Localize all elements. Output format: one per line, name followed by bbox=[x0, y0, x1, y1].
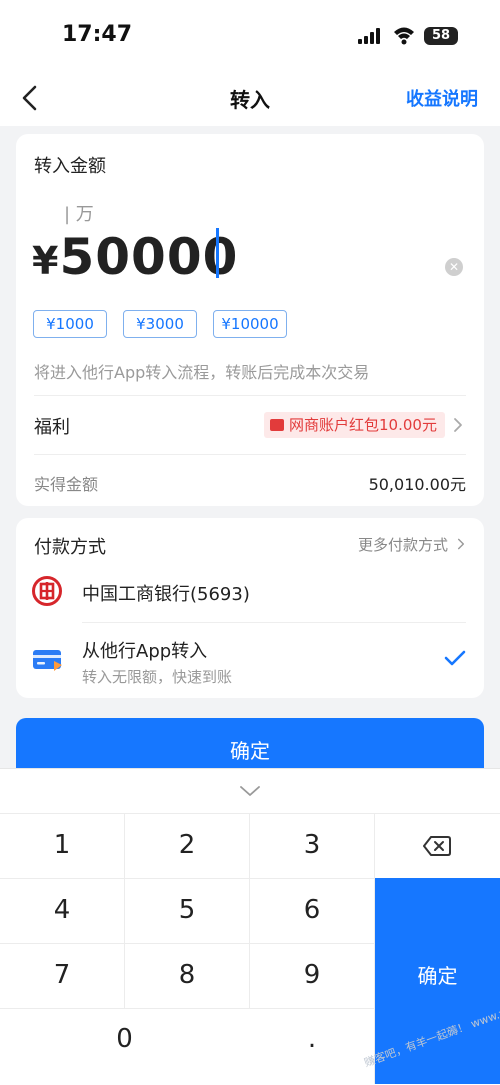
key-9[interactable]: 9 bbox=[250, 960, 374, 990]
keypad-divider bbox=[0, 878, 375, 879]
key-6[interactable]: 6 bbox=[250, 895, 374, 925]
amount-value: 50000 bbox=[59, 228, 239, 286]
bank-card-icon[interactable] bbox=[32, 646, 64, 672]
wifi-icon bbox=[394, 27, 414, 45]
battery-icon: 58 bbox=[424, 27, 458, 45]
transfer-note: 将进入他行App转入流程，转账后完成本次交易 bbox=[34, 363, 370, 382]
divider bbox=[34, 454, 466, 455]
key-4[interactable]: 4 bbox=[0, 895, 124, 925]
other-bank-app-subtitle: 转入无限额，快速到账 bbox=[82, 668, 233, 686]
key-2[interactable]: 2 bbox=[125, 830, 249, 860]
key-dot[interactable]: . bbox=[250, 1024, 374, 1054]
red-packet-icon bbox=[270, 418, 284, 431]
quick-amount-chip-3000[interactable]: ¥3000 bbox=[123, 310, 197, 338]
currency-symbol: ¥ bbox=[32, 239, 60, 283]
more-payment-methods-link[interactable]: 更多付款方式 bbox=[358, 534, 468, 555]
actual-amount-value: 50,010.00元 bbox=[368, 475, 466, 494]
chevron-down-icon[interactable] bbox=[238, 780, 262, 802]
cellular-signal-icon bbox=[358, 28, 380, 44]
keypad-divider bbox=[0, 943, 375, 944]
quick-amount-chip-10000[interactable]: ¥10000 bbox=[213, 310, 287, 338]
key-5[interactable]: 5 bbox=[125, 895, 249, 925]
earnings-info-link[interactable]: 收益说明 bbox=[406, 85, 478, 111]
text-caret bbox=[216, 228, 219, 278]
key-3[interactable]: 3 bbox=[250, 830, 374, 860]
keypad-divider bbox=[0, 813, 500, 814]
other-bank-app-option[interactable]: 从他行App转入 bbox=[82, 637, 207, 663]
payment-method-label: 付款方式 bbox=[34, 537, 106, 558]
chevron-right-icon bbox=[457, 538, 465, 550]
keypad-divider bbox=[0, 1008, 375, 1009]
quick-amount-chip-1000[interactable]: ¥1000 bbox=[33, 310, 107, 338]
actual-amount-label: 实得金额 bbox=[34, 475, 99, 494]
key-0[interactable]: 0 bbox=[0, 1024, 249, 1054]
unit-hint: | 万 bbox=[64, 204, 94, 225]
status-time: 17:47 bbox=[62, 22, 133, 47]
more-payment-text: 更多付款方式 bbox=[357, 536, 448, 554]
benefit-label: 福利 bbox=[34, 417, 70, 438]
key-1[interactable]: 1 bbox=[0, 830, 124, 860]
icbc-logo-icon[interactable] bbox=[32, 576, 62, 606]
chevron-right-icon[interactable] bbox=[452, 416, 464, 434]
key-7[interactable]: 7 bbox=[0, 960, 124, 990]
red-packet-tag[interactable]: 网商账户红包10.00元 bbox=[264, 412, 445, 438]
amount-input[interactable]: ¥50000 bbox=[32, 224, 238, 294]
clear-icon[interactable]: ✕ bbox=[445, 258, 463, 276]
key-8[interactable]: 8 bbox=[125, 960, 249, 990]
checkmark-icon bbox=[444, 650, 466, 666]
divider bbox=[82, 622, 466, 623]
backspace-icon[interactable] bbox=[423, 835, 451, 857]
amount-label: 转入金额 bbox=[34, 156, 106, 177]
divider bbox=[34, 395, 466, 396]
red-packet-text: 网商账户红包10.00元 bbox=[289, 416, 437, 434]
bank-option-icbc[interactable]: 中国工商银行(5693) bbox=[82, 580, 250, 606]
